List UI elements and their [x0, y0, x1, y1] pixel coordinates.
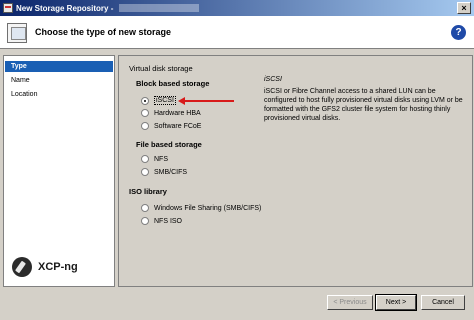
xcp-ng-logo: XCP-ng: [12, 257, 78, 277]
block-storage-heading: Block based storage: [136, 79, 210, 88]
radio-hardware-hba-button[interactable]: [141, 109, 149, 117]
radio-smb-cifs[interactable]: SMB/CIFS: [141, 168, 187, 176]
next-button[interactable]: Next >: [375, 294, 417, 311]
radio-software-fcoe-label: Software FCoE: [154, 122, 202, 130]
title-bar: New Storage Repository - ×: [0, 0, 474, 16]
logo-text: XCP-ng: [38, 261, 78, 273]
iso-library-heading: ISO library: [129, 187, 167, 196]
xcp-ng-logo-icon: [12, 257, 32, 277]
step-location[interactable]: Location: [5, 89, 113, 100]
radio-windows-file-sharing-button[interactable]: [141, 204, 149, 212]
description-title: iSCSI: [264, 76, 282, 83]
wizard-header: Choose the type of new storage ?: [0, 16, 474, 49]
radio-iscsi-button[interactable]: [141, 96, 149, 105]
window-title: New Storage Repository -: [16, 3, 114, 13]
radio-nfs-iso[interactable]: NFS ISO: [141, 217, 182, 225]
radio-nfs-label: NFS: [154, 155, 168, 163]
page-title: Choose the type of new storage: [35, 27, 172, 37]
step-name[interactable]: Name: [5, 75, 113, 86]
radio-nfs-iso-label: NFS ISO: [154, 217, 183, 225]
virtual-disk-storage-label: Virtual disk storage: [129, 64, 193, 73]
help-icon[interactable]: ?: [451, 25, 466, 40]
radio-software-fcoe[interactable]: Software FCoE: [141, 122, 201, 130]
radio-nfs-iso-button[interactable]: [141, 217, 149, 225]
close-button[interactable]: ×: [457, 2, 471, 14]
radio-iscsi-label: iSCSI: [154, 96, 176, 105]
wizard-steps: Type Name Location XCP-ng: [3, 55, 115, 287]
storage-icon: [7, 23, 27, 43]
radio-windows-file-sharing[interactable]: Windows File Sharing (SMB/CIFS): [141, 204, 261, 212]
radio-software-fcoe-button[interactable]: [141, 122, 149, 130]
radio-windows-file-sharing-label: Windows File Sharing (SMB/CIFS): [154, 204, 262, 212]
annotation-arrow: [178, 97, 234, 105]
radio-iscsi[interactable]: iSCSI: [141, 96, 176, 105]
step-type[interactable]: Type: [5, 61, 113, 72]
radio-smb-cifs-label: SMB/CIFS: [154, 168, 188, 176]
cancel-button[interactable]: Cancel: [421, 295, 465, 310]
radio-nfs[interactable]: NFS: [141, 155, 168, 163]
title-redacted: [119, 4, 200, 12]
previous-button[interactable]: < Previous: [327, 295, 373, 310]
radio-smb-cifs-button[interactable]: [141, 168, 149, 176]
description-text: iSCSI or Fibre Channel access to a share…: [264, 88, 463, 122]
annotation-arrow-shaft: [183, 100, 234, 102]
radio-hardware-hba-label: Hardware HBA: [154, 109, 201, 117]
radio-hardware-hba[interactable]: Hardware HBA: [141, 109, 201, 117]
app-icon: [3, 3, 13, 13]
file-storage-heading: File based storage: [136, 140, 202, 149]
radio-nfs-button[interactable]: [141, 155, 149, 163]
